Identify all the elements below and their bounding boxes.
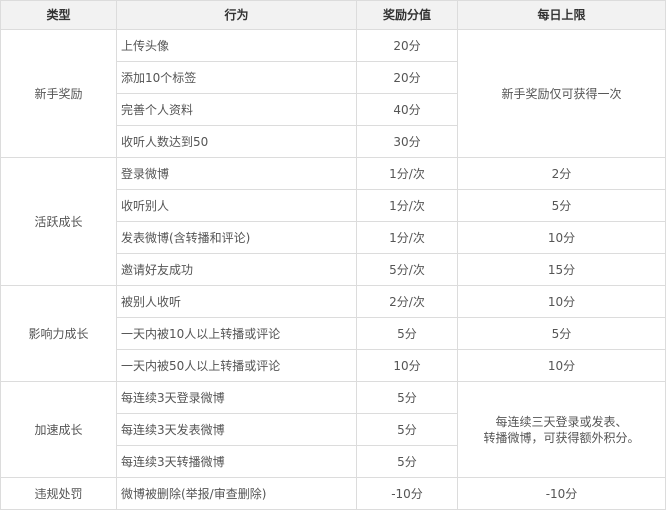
points-cell: 5分 [356, 445, 458, 478]
points-cell: 20分 [356, 29, 458, 62]
action-cell: 每连续3天发表微博 [116, 413, 357, 446]
action-cell: 微博被删除(举报/审查删除) [116, 477, 357, 510]
limit-newbie: 新手奖励仅可获得一次 [457, 29, 666, 158]
points-cell: 20分 [356, 61, 458, 94]
action-cell: 被别人收听 [116, 285, 357, 318]
action-cell: 每连续3天转播微博 [116, 445, 357, 478]
limit-cell: 5分 [457, 317, 666, 350]
action-cell: 邀请好友成功 [116, 253, 357, 286]
action-cell: 每连续3天登录微博 [116, 381, 357, 414]
action-cell: 收听别人 [116, 189, 357, 222]
limit-cell: 15分 [457, 253, 666, 286]
limit-accelerate-line2: 转播微博，可获得额外积分。 [483, 430, 640, 445]
points-cell: 5分/次 [356, 253, 458, 286]
limit-cell: 2分 [457, 157, 666, 190]
points-cell: 1分/次 [356, 157, 458, 190]
table-row: 影响力成长 被别人收听 2分/次 10分 [0, 285, 666, 382]
points-cell: 5分 [356, 317, 458, 350]
limit-cell: 5分 [457, 189, 666, 222]
table-row: 加速成长 每连续3天登录微博 5分 每连续三天登录或发表、 转播微博，可获得额外… [0, 381, 666, 478]
table-row: 活跃成长 登录微博 1分/次 2分 [0, 157, 666, 286]
action-cell: 登录微博 [116, 157, 357, 190]
points-cell: 5分 [356, 413, 458, 446]
category-accelerate: 加速成长 [0, 381, 117, 478]
action-cell: 收听人数达到50 [116, 125, 357, 158]
header-points: 奖励分值 [356, 0, 458, 30]
points-rules-table: 类型 行为 奖励分值 每日上限 新手奖励 上传头像 20分 新手奖励仅可获得一次… [0, 0, 666, 510]
limit-cell: -10分 [457, 477, 666, 510]
action-cell: 一天内被10人以上转播或评论 [116, 317, 357, 350]
category-influence: 影响力成长 [0, 285, 117, 382]
points-cell: 1分/次 [356, 189, 458, 222]
points-cell: 5分 [356, 381, 458, 414]
limit-cell: 10分 [457, 285, 666, 318]
table-header-row: 类型 行为 奖励分值 每日上限 [0, 0, 666, 30]
action-cell: 上传头像 [116, 29, 357, 62]
points-cell: 40分 [356, 93, 458, 126]
points-cell: 30分 [356, 125, 458, 158]
category-penalty: 违规处罚 [0, 477, 117, 510]
points-cell: 2分/次 [356, 285, 458, 318]
limit-accelerate: 每连续三天登录或发表、 转播微博，可获得额外积分。 [457, 381, 666, 478]
header-daily-limit: 每日上限 [457, 0, 666, 30]
points-cell: 1分/次 [356, 221, 458, 254]
points-cell: 10分 [356, 349, 458, 382]
action-cell: 发表微博(含转播和评论) [116, 221, 357, 254]
header-action: 行为 [116, 0, 357, 30]
action-cell: 一天内被50人以上转播或评论 [116, 349, 357, 382]
limit-accelerate-line1: 每连续三天登录或发表、 [495, 414, 628, 429]
header-category: 类型 [0, 0, 117, 30]
table-row: 违规处罚 微博被删除(举报/审查删除) -10分 -10分 [0, 477, 666, 510]
points-cell: -10分 [356, 477, 458, 510]
limit-cell: 10分 [457, 349, 666, 382]
action-cell: 添加10个标签 [116, 61, 357, 94]
category-active: 活跃成长 [0, 157, 117, 286]
limit-cell: 10分 [457, 221, 666, 254]
category-newbie: 新手奖励 [0, 29, 117, 158]
table-row: 新手奖励 上传头像 20分 新手奖励仅可获得一次 [0, 29, 666, 158]
action-cell: 完善个人资料 [116, 93, 357, 126]
